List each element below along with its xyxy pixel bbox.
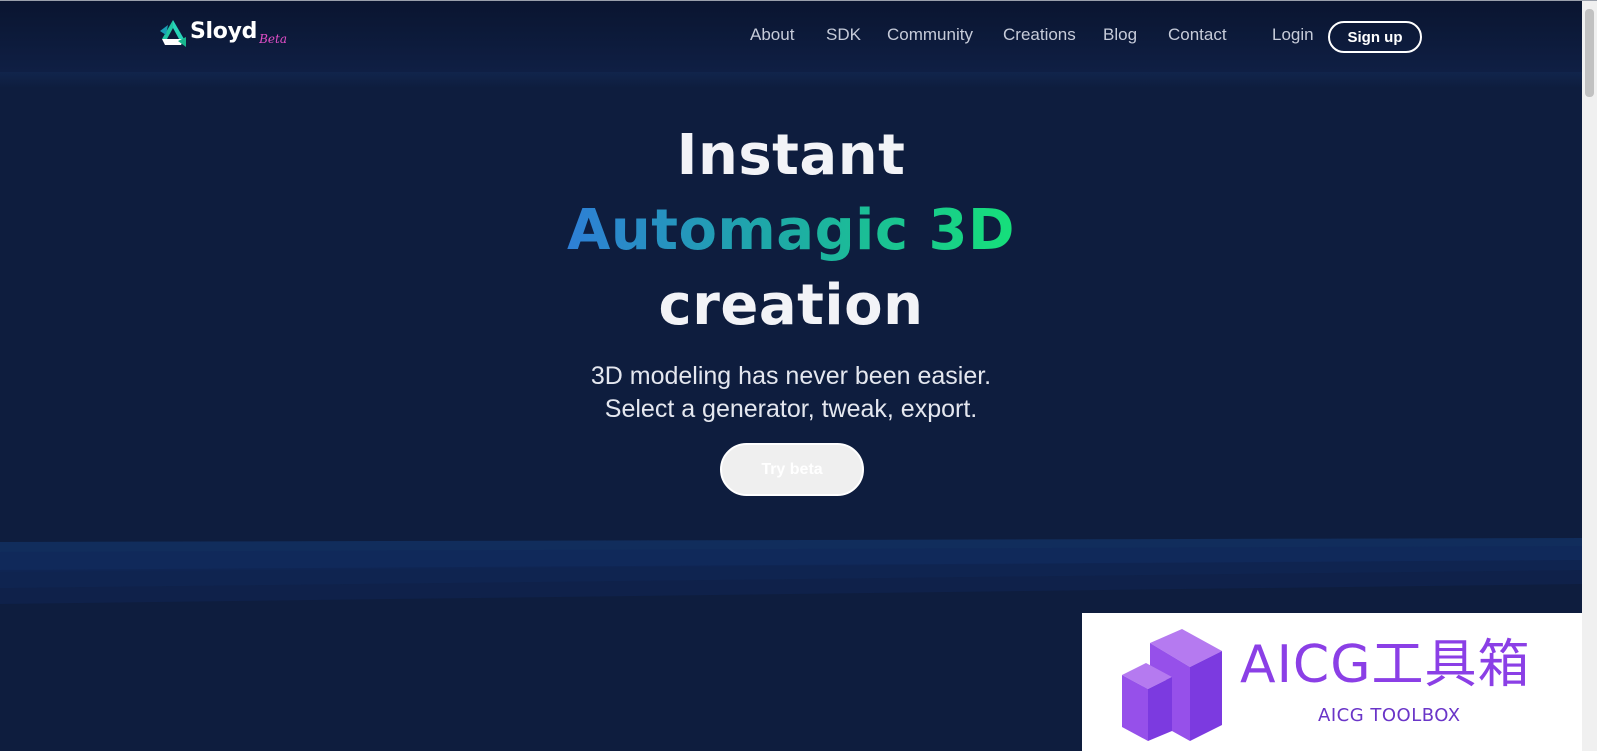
hero-line-creation: creation bbox=[658, 273, 924, 338]
hero-heading: Instant Automagic 3D creation bbox=[0, 118, 1582, 343]
vertical-scrollbar[interactable] bbox=[1582, 1, 1597, 751]
navbar: Sloyd Beta About SDK Community Creations… bbox=[0, 1, 1582, 72]
decorative-wave-band bbox=[0, 538, 1582, 604]
hero-line-automagic: Automagic 3D bbox=[0, 193, 1582, 268]
brand-name: Sloyd bbox=[190, 19, 258, 44]
hero-subtitle-line-1: 3D modeling has never been easier. bbox=[590, 362, 992, 390]
watermark-title: AICG工具箱 bbox=[1240, 635, 1531, 695]
brand-beta-tag: Beta bbox=[259, 32, 287, 46]
nav-link-creations[interactable]: Creations bbox=[1003, 25, 1076, 45]
login-link[interactable]: Login bbox=[1272, 25, 1314, 45]
hero-subtitle-line-2: Select a generator, tweak, export. bbox=[604, 395, 978, 423]
watermark-subtitle: AICG TOOLBOX bbox=[1318, 705, 1461, 726]
scrollbar-thumb[interactable] bbox=[1585, 9, 1594, 97]
try-beta-button[interactable]: Try beta bbox=[720, 443, 864, 496]
sloyd-triangle-logo-icon bbox=[160, 20, 186, 47]
brand-logo-link[interactable]: Sloyd Beta bbox=[158, 17, 287, 51]
hero-gradient-text: Automagic 3D bbox=[567, 193, 1015, 268]
aicg-watermark: AICG工具箱 AICG TOOLBOX bbox=[1082, 613, 1582, 751]
hero-subtitle: 3D modeling has never been easier. Selec… bbox=[0, 360, 1582, 426]
signup-button[interactable]: Sign up bbox=[1328, 21, 1422, 53]
hero-line-instant: Instant bbox=[676, 123, 906, 188]
window-top-border bbox=[0, 0, 1597, 1]
aicg-cube-logo-icon bbox=[1122, 629, 1222, 741]
nav-link-about[interactable]: About bbox=[750, 25, 794, 45]
navbar-shadow-stripe bbox=[0, 72, 1582, 88]
nav-link-blog[interactable]: Blog bbox=[1103, 25, 1137, 45]
nav-link-contact[interactable]: Contact bbox=[1168, 25, 1227, 45]
nav-link-sdk[interactable]: SDK bbox=[826, 25, 861, 45]
nav-link-community[interactable]: Community bbox=[887, 25, 973, 45]
